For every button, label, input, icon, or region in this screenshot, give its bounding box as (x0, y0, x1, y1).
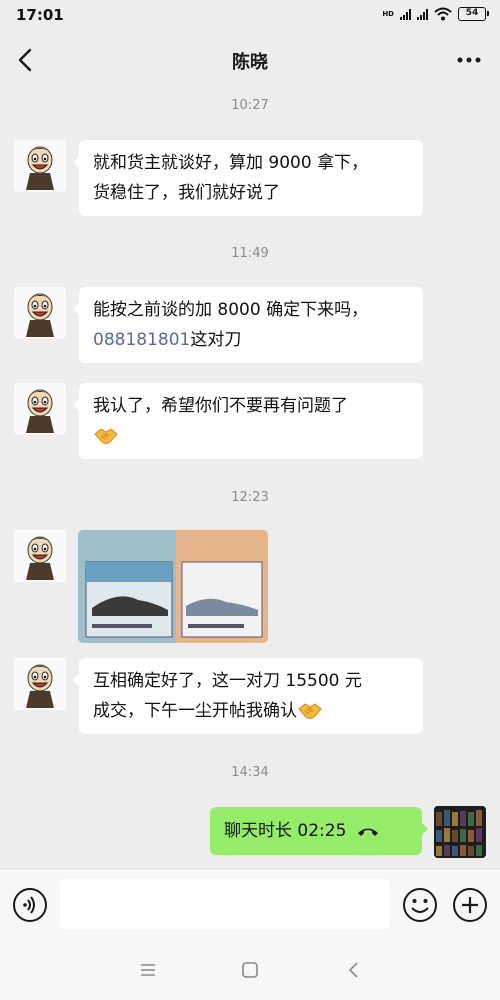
message-text: 这对刀 (190, 330, 242, 350)
status-time: 17:01 (16, 6, 64, 24)
message-text: 就和货主就谈好，算加 9000 拿下， (93, 153, 369, 173)
message-bubble[interactable]: 互相确定好了，这一对刀 15500 元 成交，下午一尘开帖我确认 (73, 658, 423, 734)
chat-title: 陈晓 (232, 52, 268, 73)
status-bar: 17:01 HD 54 (0, 0, 500, 32)
handshake-emoji-icon (298, 703, 322, 719)
timestamp: 12:23 (231, 490, 269, 505)
timestamp: 10:27 (231, 98, 269, 113)
plus-icon[interactable] (452, 887, 488, 923)
call-duration-text: 聊天时长 02:25 (224, 821, 347, 841)
menu-icon[interactable] (138, 960, 158, 980)
message-text: 成交，下午一尘开帖我确认 (93, 701, 297, 721)
handshake-emoji-icon (94, 428, 118, 444)
chevron-left-icon[interactable] (14, 46, 38, 74)
phone-hangup-icon (358, 828, 379, 836)
more-dots-icon[interactable] (456, 50, 482, 70)
emoji-icon[interactable] (402, 887, 438, 923)
message-text: 我认了，希望你们不要再有问题了 (93, 396, 348, 416)
timestamp: 14:34 (231, 765, 269, 780)
message-input[interactable] (60, 879, 390, 929)
contact-avatar[interactable] (14, 530, 66, 582)
signal-icon (400, 8, 411, 20)
back-nav-icon[interactable] (344, 960, 364, 980)
input-bar (0, 868, 500, 940)
message-text: 能按之前谈的加 8000 确定下来吗， (93, 300, 369, 320)
contact-avatar[interactable] (14, 383, 66, 435)
voice-input-icon[interactable] (12, 887, 48, 923)
message-bubble[interactable]: 就和货主就谈好，算加 9000 拿下， 货稳住了，我们就好说了 (73, 140, 423, 216)
signal-icon (417, 8, 428, 20)
home-icon[interactable] (240, 960, 260, 980)
my-avatar[interactable] (434, 806, 486, 858)
message-text: 互相确定好了，这一对刀 15500 元 (93, 671, 362, 691)
chat-header: 陈晓 (0, 32, 500, 88)
contact-avatar[interactable] (14, 140, 66, 192)
contact-avatar[interactable] (14, 287, 66, 339)
phone-link[interactable]: 088181801 (93, 330, 190, 350)
system-nav-bar (0, 940, 500, 1000)
message-text: 货稳住了，我们就好说了 (93, 183, 280, 203)
battery-icon: 54 (458, 7, 489, 21)
status-icons: HD 54 (382, 7, 489, 21)
network-hd-label: HD (382, 9, 394, 18)
call-record-bubble[interactable]: 聊天时长 02:25 (210, 807, 428, 855)
timestamp: 11:49 (231, 246, 269, 261)
message-bubble[interactable]: 我认了，希望你们不要再有问题了 (73, 383, 423, 459)
message-bubble[interactable]: 能按之前谈的加 8000 确定下来吗， 088181801这对刀 (73, 287, 423, 363)
photo-message[interactable] (78, 530, 268, 643)
wifi-icon (434, 7, 452, 21)
contact-avatar[interactable] (14, 658, 66, 710)
